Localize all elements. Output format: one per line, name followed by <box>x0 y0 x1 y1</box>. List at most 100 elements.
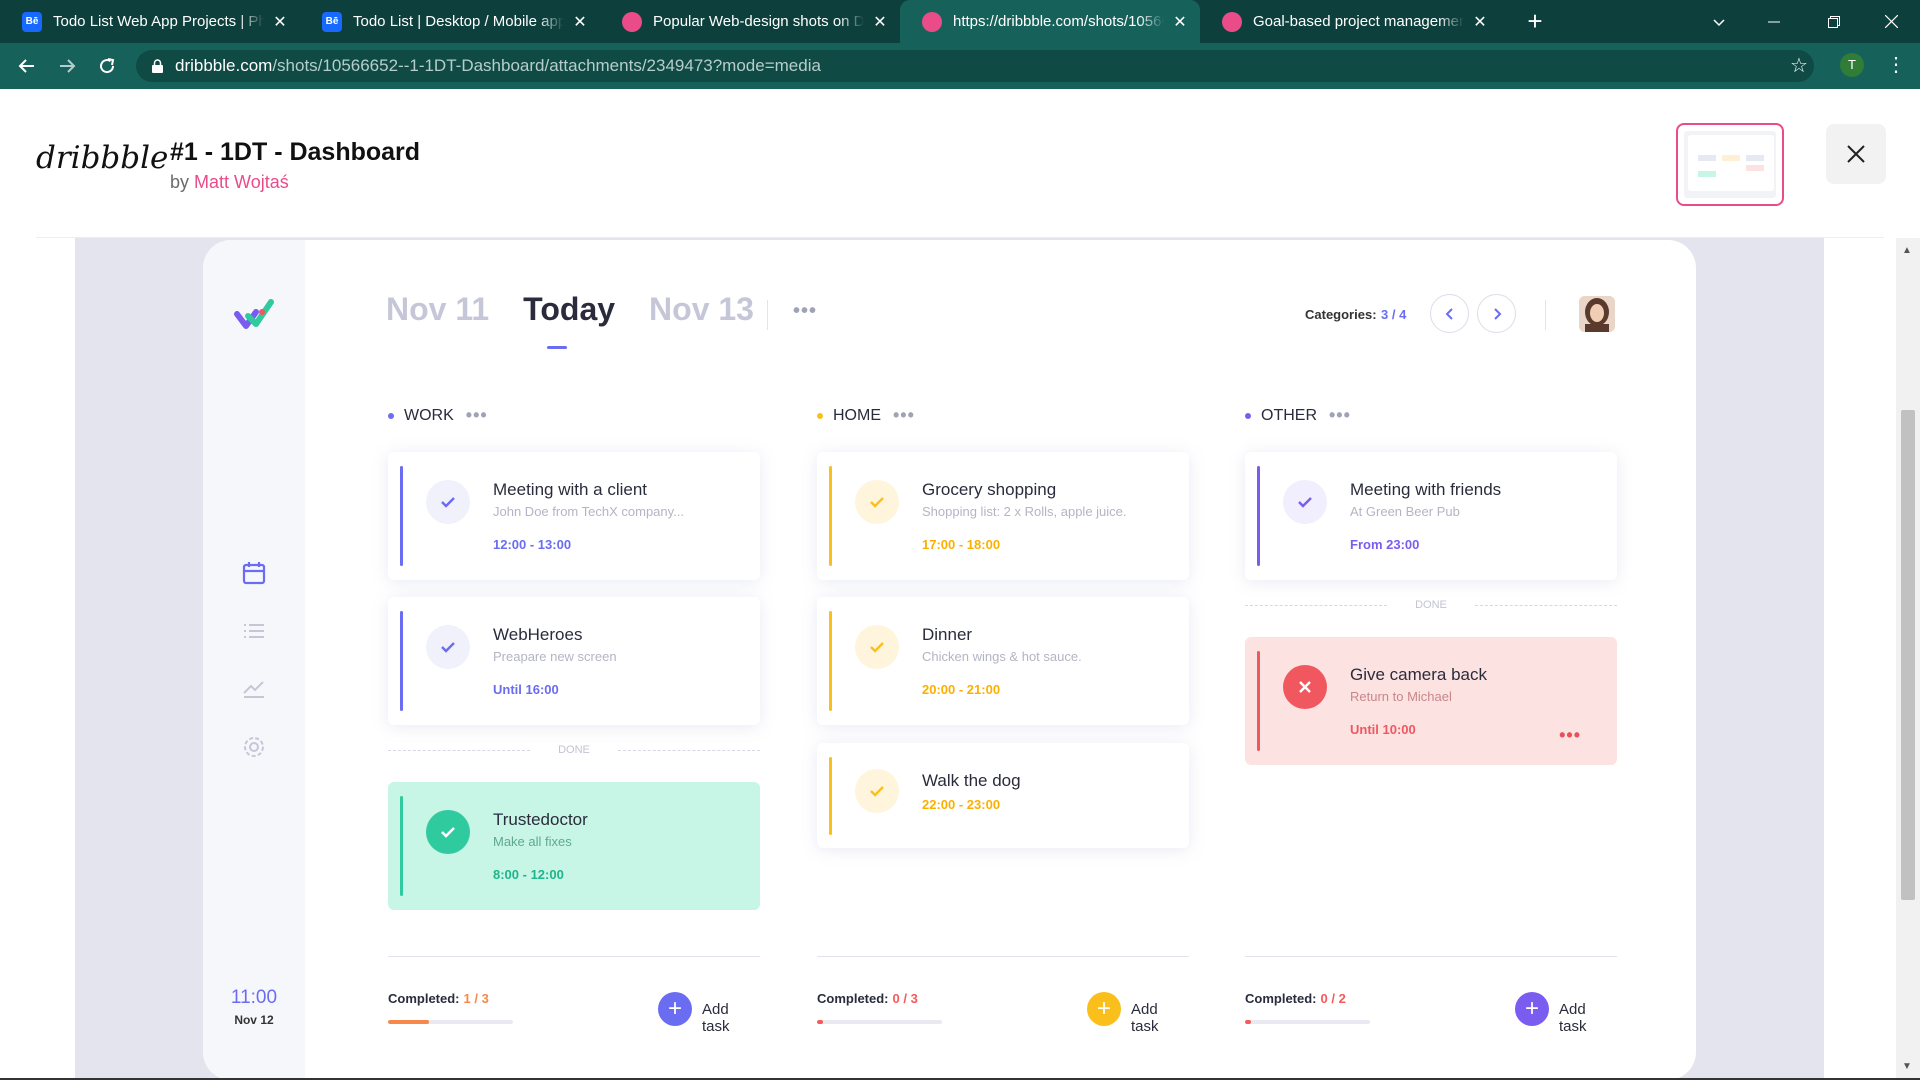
task-card[interactable]: Meeting with friends At Green Beer Pub F… <box>1245 452 1617 580</box>
done-separator: DONE <box>1245 598 1617 612</box>
scroll-up-icon[interactable]: ▲ <box>1902 245 1912 256</box>
task-accent-bar <box>400 796 403 896</box>
done-label: DONE <box>1415 599 1447 611</box>
column-title: HOME <box>833 406 881 424</box>
column-more-icon[interactable]: ••• <box>466 405 488 426</box>
tab-goal-based[interactable]: Goal-based project management ✕ <box>1200 0 1500 43</box>
tab-dribbble-shot[interactable]: https://dribbble.com/shots/10566652 ✕ <box>900 0 1200 43</box>
task-card[interactable]: Meeting with a client John Doe from Tech… <box>388 452 760 580</box>
scroll-down-icon[interactable]: ▼ <box>1902 1061 1912 1072</box>
add-task-label[interactable]: Add task <box>1131 1001 1189 1035</box>
dribbble-logo[interactable]: dribbble <box>36 140 168 176</box>
attachment-thumbnail[interactable] <box>1676 123 1784 206</box>
task-accent-bar <box>829 611 832 711</box>
task-description: At Green Beer Pub <box>1350 504 1460 519</box>
task-card[interactable]: Dinner Chicken wings & hot sauce. 20:00 … <box>817 597 1189 725</box>
add-task-button[interactable]: + <box>658 992 692 1026</box>
check-icon[interactable] <box>855 769 899 813</box>
task-time: Until 10:00 <box>1350 722 1416 737</box>
completed-status: Completed: 0 / 2 <box>1245 991 1346 1006</box>
address-bar[interactable]: dribbble.com/shots/10566652--1-1DT-Dashb… <box>136 50 1814 82</box>
tab-behance-projects[interactable]: Bē Todo List Web App Projects | Photos, … <box>0 0 300 43</box>
settings-icon[interactable] <box>241 734 267 760</box>
tab-search-icon[interactable] <box>1696 0 1742 43</box>
star-icon[interactable]: ☆ <box>1790 53 1808 78</box>
done-label: DONE <box>558 744 590 756</box>
column-more-icon[interactable]: ••• <box>1329 405 1351 426</box>
task-title: Trustedoctor <box>493 810 588 829</box>
close-tab-icon[interactable]: ✕ <box>272 12 288 32</box>
trend-icon[interactable] <box>241 675 267 701</box>
check-icon[interactable] <box>1283 480 1327 524</box>
task-card-failed[interactable]: Give camera back Return to Michael Until… <box>1245 637 1617 765</box>
task-card[interactable]: WebHeroes Preapare new screen Until 16:0… <box>388 597 760 725</box>
dribbble-icon <box>922 11 942 32</box>
category-dot <box>1245 412 1251 419</box>
close-tab-icon[interactable]: ✕ <box>572 12 588 32</box>
column-header: OTHER ••• <box>1245 405 1351 426</box>
task-description: Return to Michael <box>1350 689 1452 704</box>
tab-title: Todo List | Desktop / Mobile app on Beha… <box>353 13 564 30</box>
task-time: 20:00 - 21:00 <box>922 682 1001 697</box>
lock-icon[interactable] <box>152 59 163 73</box>
task-card[interactable]: Walk the dog 22:00 - 23:00 <box>817 743 1189 848</box>
task-time: 12:00 - 13:00 <box>493 537 572 552</box>
back-icon[interactable] <box>12 51 42 81</box>
forward-icon[interactable] <box>52 51 82 81</box>
restore-icon[interactable] <box>1811 0 1857 43</box>
check-icon[interactable] <box>855 625 899 669</box>
task-description: John Doe from TechX company... <box>493 504 685 519</box>
author-link[interactable]: Matt Wojtaś <box>194 172 289 192</box>
task-title: Grocery shopping <box>922 480 1057 499</box>
profile-avatar[interactable]: T <box>1840 53 1864 77</box>
close-icon[interactable] <box>1283 665 1327 709</box>
task-more-icon[interactable]: ••• <box>1559 725 1581 746</box>
task-time: From 23:00 <box>1350 537 1420 552</box>
progress-bar <box>817 1020 942 1024</box>
task-card-done[interactable]: Trustedoctor Make all fixes 8:00 - 12:00 <box>388 782 760 910</box>
check-icon[interactable] <box>426 625 470 669</box>
task-accent-bar <box>1257 466 1260 566</box>
dates-more-icon[interactable]: ••• <box>793 300 817 323</box>
column-other: OTHER ••• Meeting with friends At Green … <box>1245 240 1617 1080</box>
scrollbar-thumb[interactable] <box>1901 410 1915 900</box>
task-title: Meeting with friends <box>1350 480 1502 499</box>
column-footer-divider <box>1245 956 1617 957</box>
check-icon[interactable] <box>855 480 899 524</box>
task-accent-bar <box>400 611 403 711</box>
progress-fill <box>1245 1020 1252 1024</box>
task-accent-bar <box>829 757 832 835</box>
reload-icon[interactable] <box>92 51 122 81</box>
calendar-icon[interactable] <box>241 560 267 586</box>
close-shot-button[interactable] <box>1826 124 1886 184</box>
thumbnail-preview <box>1684 131 1776 198</box>
close-tab-icon[interactable]: ✕ <box>1472 12 1488 32</box>
check-icon[interactable] <box>426 810 470 854</box>
close-tab-icon[interactable]: ✕ <box>1172 12 1188 32</box>
minimize-icon[interactable] <box>1751 0 1797 43</box>
tab-behance-todo[interactable]: Bē Todo List | Desktop / Mobile app on B… <box>300 0 600 43</box>
add-task-button[interactable]: + <box>1087 992 1121 1026</box>
tab-dribbble-popular[interactable]: Popular Web-design shots on Dribbble ✕ <box>600 0 900 43</box>
progress-bar <box>1245 1020 1370 1024</box>
completed-value: 1 / 3 <box>463 991 489 1006</box>
task-description: Shopping list: 2 x Rolls, apple juice. <box>922 504 1127 519</box>
close-window-icon[interactable] <box>1868 0 1914 43</box>
completed-label: Completed: <box>388 991 460 1006</box>
tab-title: Popular Web-design shots on Dribbble <box>653 13 864 30</box>
close-tab-icon[interactable]: ✕ <box>872 12 888 32</box>
task-card[interactable]: Grocery shopping Shopping list: 2 x Roll… <box>817 452 1189 580</box>
progress-bar <box>388 1020 513 1024</box>
app-logo-icon[interactable] <box>234 296 274 330</box>
new-tab-button[interactable]: + <box>1519 5 1551 37</box>
list-icon[interactable] <box>241 618 267 644</box>
add-task-button[interactable]: + <box>1515 992 1549 1026</box>
check-icon[interactable] <box>426 480 470 524</box>
completed-value: 0 / 2 <box>1320 991 1346 1006</box>
add-task-label[interactable]: Add task <box>702 1001 760 1035</box>
task-accent-bar <box>1257 651 1260 751</box>
column-more-icon[interactable]: ••• <box>893 405 915 426</box>
kebab-icon[interactable]: ⋮ <box>1886 51 1906 79</box>
add-task-label[interactable]: Add task <box>1559 1001 1617 1035</box>
task-description: Preapare new screen <box>493 649 617 664</box>
